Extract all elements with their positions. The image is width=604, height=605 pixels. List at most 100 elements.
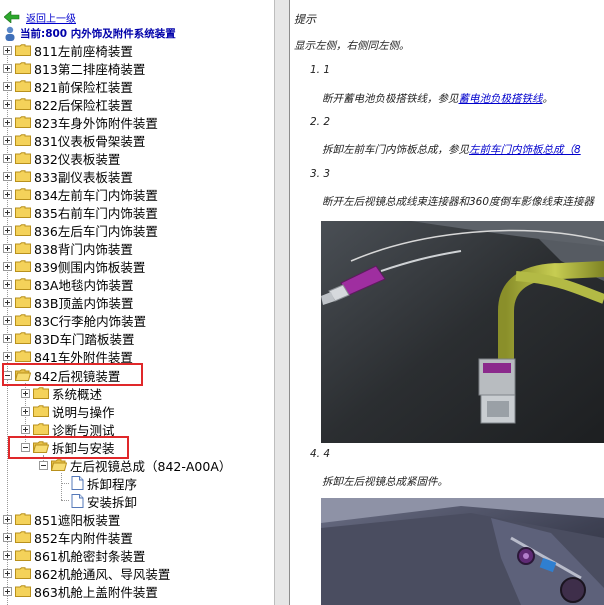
tree-item-label[interactable]: 821前保险杠装置 [34,77,133,96]
step-number: 4. 4 [310,448,331,460]
expand-icon[interactable] [3,315,12,325]
expand-icon[interactable] [3,99,12,109]
tree-item-label[interactable]: 833副仪表板装置 [34,167,133,186]
tree-item-label[interactable]: 左后视镜总成（842-A00A） [70,456,231,475]
tree-item[interactable]: 83D车门踏板装置 [3,329,135,347]
tree-item[interactable]: 83C行李舱内饰装置 [3,311,146,329]
connector-photo-image [321,221,604,443]
expand-icon[interactable] [3,243,12,253]
tree-item-label[interactable]: 813第二排座椅装置 [34,59,145,78]
folder-icon [15,170,31,182]
expand-icon[interactable] [3,189,12,199]
tree-item-label[interactable]: 836左后车门内饰装置 [34,221,158,240]
tree-item-label[interactable]: 862机舱通风、导风装置 [34,564,170,583]
tree-child-item[interactable]: 系统概述 [21,384,102,402]
tree-item-label[interactable]: 861机舱密封条装置 [34,546,145,565]
tree-item[interactable]: 835右前车门内饰装置 [3,203,158,221]
tree-item[interactable]: 813第二排座椅装置 [3,59,145,77]
expand-icon[interactable] [3,532,12,542]
expand-icon[interactable] [3,81,12,91]
expand-icon[interactable] [21,388,30,398]
tree-item-label[interactable]: 系统概述 [52,384,102,403]
step-text: 拆卸左前车门内饰板总成，参见左前车门内饰板总成（8 [322,142,581,157]
tree-item[interactable]: 852车内附件装置 [3,528,133,546]
document-label[interactable]: 安装拆卸 [87,492,137,511]
tree-item[interactable]: 832仪表板装置 [3,149,120,167]
tree-item-label[interactable]: 811左前座椅装置 [34,41,133,60]
tree-child-item[interactable]: 说明与操作 [21,402,115,420]
expand-icon[interactable] [3,333,12,343]
tree-item-label[interactable]: 822后保险杠装置 [34,95,133,114]
tree-item[interactable]: 839侧围内饰板装置 [3,257,145,275]
expand-icon[interactable] [3,297,12,307]
tree-item[interactable]: 838背门内饰装置 [3,239,133,257]
expand-icon[interactable] [3,568,12,578]
tree-item-label[interactable]: 83C行李舱内饰装置 [34,311,146,330]
tree-item-label[interactable]: 831仪表板骨架装置 [34,131,145,150]
expand-icon[interactable] [3,514,12,524]
expand-icon[interactable] [3,63,12,73]
tree-item-label[interactable]: 83B顶盖内饰装置 [34,293,133,312]
expand-icon[interactable] [3,45,12,55]
expand-icon[interactable] [3,225,12,235]
current-location: 当前:800 内外饰及附件系统装置 [4,25,176,41]
expand-icon[interactable] [3,261,12,271]
tree-item-label[interactable]: 863机舱上盖附件装置 [34,582,158,601]
tree-item-label[interactable]: 839侧围内饰板装置 [34,257,145,276]
tree-item[interactable]: 851遮阳板装置 [3,510,120,528]
step-link[interactable]: 蓄电池负极搭铁线 [459,93,543,105]
expand-icon[interactable] [3,171,12,181]
tree-item-label[interactable]: 834左前车门内饰装置 [34,185,158,204]
tree-item[interactable]: 831仪表板骨架装置 [3,131,145,149]
tree-item-label[interactable]: 832仪表板装置 [34,149,120,168]
tree-item[interactable]: 811左前座椅装置 [3,41,133,59]
folder-icon [15,314,31,326]
expand-icon[interactable] [21,424,30,434]
tree-document[interactable]: 拆卸程序 [68,474,137,492]
tree-item[interactable]: 862机舱通风、导风装置 [3,564,170,582]
back-link[interactable]: 返回上一级 [4,9,76,25]
folder-icon [15,188,31,200]
tip-text: 显示左侧，右侧同左侧。 [294,40,410,52]
tree-item[interactable]: 836左后车门内饰装置 [3,221,158,239]
tree-item[interactable]: 83B顶盖内饰装置 [3,293,133,311]
step-link[interactable]: 左前车门内饰板总成（8 [469,144,581,156]
expand-icon[interactable] [3,550,12,560]
tree-document[interactable]: 安装拆卸 [68,492,137,510]
tree-item[interactable]: 822后保险杠装置 [3,95,133,113]
tree-item-label[interactable]: 838背门内饰装置 [34,239,133,258]
tree-item[interactable]: 83A地毯内饰装置 [3,275,133,293]
collapse-icon[interactable] [39,460,48,470]
tree-item[interactable]: 823车身外饰附件装置 [3,113,158,131]
tree-item-label[interactable]: 83A地毯内饰装置 [34,275,133,294]
tree-item-label[interactable]: 说明与操作 [52,402,115,421]
tree-item[interactable]: 861机舱密封条装置 [3,546,145,564]
expand-icon[interactable] [3,586,12,596]
expand-icon[interactable] [3,207,12,217]
expand-icon[interactable] [3,135,12,145]
tree-item-label[interactable]: 835右前车门内饰装置 [34,203,158,222]
step-text: 断开左后视镜总成线束连接器和360度倒车影像线束连接器 [322,196,595,208]
expand-icon[interactable] [3,351,12,361]
document-icon [71,494,84,508]
expand-icon[interactable] [3,117,12,127]
folder-icon [15,567,31,579]
tree-item[interactable]: 821前保险杠装置 [3,77,133,95]
expand-icon[interactable] [3,279,12,289]
pane-splitter[interactable] [274,0,290,605]
tree-item-label[interactable]: 851遮阳板装置 [34,510,120,529]
tree-item[interactable]: 834左前车门内饰装置 [3,185,158,203]
back-link-label[interactable]: 返回上一级 [26,10,76,25]
tree-item-label[interactable]: 83D车门踏板装置 [34,329,135,348]
step-text-body: 拆卸左前车门内饰板总成，参见 [322,144,469,156]
tree-item[interactable]: 833副仪表板装置 [3,167,133,185]
folder-icon [33,423,49,435]
tree-item[interactable]: 863机舱上盖附件装置 [3,582,158,600]
expand-icon[interactable] [21,406,30,416]
document-label[interactable]: 拆卸程序 [87,474,137,493]
expand-icon[interactable] [3,153,12,163]
tree-item-label[interactable]: 852车内附件装置 [34,528,133,547]
folder-icon [15,116,31,128]
tree-item-label[interactable]: 823车身外饰附件装置 [34,113,158,132]
tree-subnode[interactable]: 左后视镜总成（842-A00A） [39,456,231,474]
